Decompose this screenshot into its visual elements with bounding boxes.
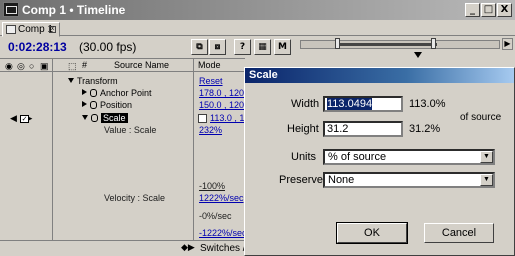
navigator-end-handle[interactable] [431,38,436,49]
height-field[interactable]: 31.2 [323,121,403,137]
stopwatch-icon[interactable] [90,89,97,97]
audio-icon[interactable]: ◎ [17,61,25,72]
graph-label-velocity-scale: Velocity : Scale [104,193,166,203]
stopwatch-icon[interactable] [91,114,98,122]
scale-dialog: Scale Width 113.0494 113.0% of source He… [244,67,515,256]
layer-row-anchor-point[interactable]: Anchor Point [82,88,152,100]
column-divider [52,58,53,244]
width-field[interactable]: 113.0494 [323,96,403,112]
units-label: Units [291,151,317,163]
layer-row-transform[interactable]: Transform [68,76,118,88]
width-percent: 113.0% [409,98,446,110]
current-time-display[interactable]: 0:02:28:13 [8,40,67,54]
maximize-button[interactable]: □ [481,3,496,17]
layer-row-position[interactable]: Position [82,100,132,112]
twirl-closed-icon[interactable] [82,101,87,107]
minimize-button[interactable]: _ [465,3,480,17]
marker-button[interactable]: M [274,39,291,55]
velocity-scale-reading: 1222%/sec [199,193,244,203]
tab-close-icon[interactable]: x [49,26,56,33]
height-label: Height [287,123,319,135]
value-scale-reading: 232% [199,125,223,135]
chevron-down-icon[interactable]: ▼ [480,174,493,186]
dialog-title[interactable]: Scale [245,68,514,83]
graph-label-value-scale: Value : Scale [104,125,157,135]
navigator-range [337,43,437,46]
layer-row-scale[interactable]: Scale [82,113,128,125]
value-graph-min: -100% [199,181,226,191]
twirl-open-icon[interactable] [82,115,88,120]
anchor-point-value[interactable]: 178.0 , 120 [199,88,244,98]
app-icon [3,2,19,17]
column-header: ◉ ◎ ○ ▣ ⬚ # Source Name Mode [0,58,245,72]
timeline-toolbar: 0:02:28:13 (30.00 fps) ⧉ ⧈ ? ▦ M ▶ [0,36,515,58]
column-divider [193,58,194,244]
keyframe-checkbox[interactable]: ✓ [20,115,29,123]
chevron-down-icon[interactable]: ▼ [480,151,493,163]
ok-button[interactable]: OK [336,222,408,244]
eye-icon[interactable]: ◉ [5,61,13,72]
close-button[interactable]: X [497,3,512,17]
cancel-button[interactable]: Cancel [424,223,494,243]
constrain-proportions-checkbox[interactable] [198,114,207,123]
solo-icon[interactable]: ○ [29,61,34,71]
window-title: Comp 1 • Timeline [22,3,126,17]
position-value[interactable]: 150.0 , 120 [199,100,244,110]
units-select[interactable]: % of source ▼ [323,149,495,165]
column-source-name[interactable]: Source Name [114,60,169,70]
layer-button[interactable]: ⧈ [209,39,226,55]
column-number[interactable]: # [82,60,87,70]
composition-icon [6,25,16,34]
twirl-open-icon[interactable] [68,78,74,83]
frame-rate-label: (30.00 fps) [79,40,137,54]
transform-reset-link[interactable]: Reset [199,76,223,86]
window-title-bar[interactable]: Comp 1 • Timeline _ □ X [0,0,515,20]
height-percent: 31.2% [409,123,441,135]
graph-button[interactable]: ▦ [254,39,271,55]
velocity-graph-min: -1222%/sec [199,228,247,238]
comp-button[interactable]: ⧉ [191,39,208,55]
navigator-start-handle[interactable] [335,38,340,49]
time-navigator[interactable] [300,38,500,49]
nav-right-arrow-icon[interactable]: ▶ [502,38,513,50]
expand-collapse-icon[interactable]: ◆▶ [181,243,195,253]
velocity-graph-mid: -0%/sec [199,211,232,221]
width-label: Width [291,98,320,110]
preserve-select[interactable]: None ▼ [323,172,495,188]
lock-icon[interactable]: ▣ [40,61,49,72]
query-button[interactable]: ? [234,39,251,55]
twirl-closed-icon[interactable] [82,89,87,95]
label-icon[interactable]: ⬚ [68,61,77,72]
tab-bar: Comp 1 x [0,20,515,37]
column-mode[interactable]: Mode [198,60,221,70]
of-source-label: of source [460,112,502,123]
tab-label: Comp 1 [18,24,54,35]
stopwatch-icon[interactable] [90,101,97,109]
preserve-label: Preserve [279,174,324,186]
tab-comp-1[interactable]: Comp 1 x [2,22,60,37]
